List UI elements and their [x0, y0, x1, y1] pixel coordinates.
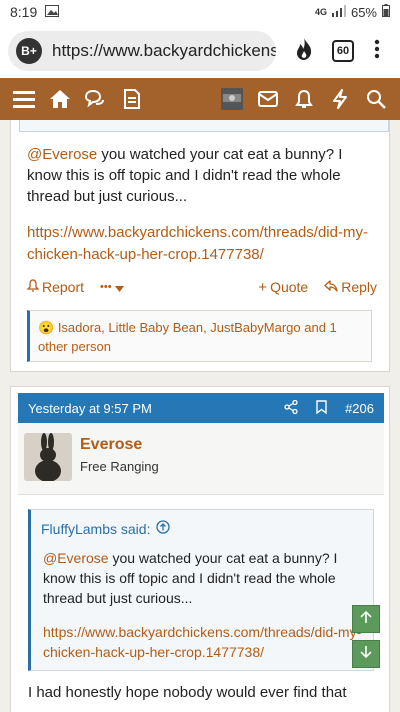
post-header: Yesterday at 9:57 PM #206: [18, 393, 384, 423]
quote-label: Quote: [270, 279, 309, 295]
search-icon[interactable]: [362, 85, 390, 113]
post-previous: @Everose you watched your cat eat a bunn…: [10, 120, 390, 372]
bell-icon[interactable]: [290, 85, 318, 113]
reply-button[interactable]: Reply: [324, 279, 377, 295]
flame-icon[interactable]: [294, 37, 314, 66]
arrow-down-icon: [359, 645, 373, 664]
post-author-block: Everose Free Ranging: [18, 423, 384, 495]
report-label: Report: [42, 279, 85, 295]
bookmark-icon[interactable]: [316, 399, 327, 417]
site-badge[interactable]: B+: [16, 38, 42, 64]
status-bar: 8:19 4G 65%: [0, 0, 400, 24]
reply-icon: [324, 279, 338, 295]
reactions-bar[interactable]: 😮 Isadora, Little Baby Bean, JustBabyMar…: [27, 310, 372, 362]
post-timestamp[interactable]: Yesterday at 9:57 PM: [28, 401, 152, 416]
menu-icon[interactable]: [10, 85, 38, 113]
url-text[interactable]: https://www.backyardchickens: [52, 41, 276, 61]
quote-block: FluffyLambs said: @Everose you watched y…: [28, 509, 374, 671]
quote-author-line: FluffyLambs said:: [41, 520, 151, 537]
arrow-up-circle-icon[interactable]: [156, 520, 171, 537]
quote-button[interactable]: + Quote: [258, 279, 308, 296]
bolt-icon[interactable]: [326, 85, 354, 113]
post-actions: Report ••• + Quote Reply: [26, 276, 377, 298]
thread-content: @Everose you watched your cat eat a bunn…: [0, 120, 400, 712]
document-icon[interactable]: [118, 85, 146, 113]
reply-label: Reply: [341, 279, 377, 295]
more-label: •••: [100, 281, 112, 293]
post-link[interactable]: https://www.backyardchickens.com/threads…: [27, 222, 377, 266]
battery-icon: [382, 4, 390, 20]
quote-body: @Everose you watched your cat eat a bunn…: [43, 548, 365, 608]
surprised-emoji: 😮: [38, 320, 55, 335]
user-mention[interactable]: @Everose: [27, 146, 97, 163]
author-name[interactable]: Everose: [80, 436, 142, 454]
battery-label: 65%: [350, 4, 377, 20]
more-options-button[interactable]: •••: [100, 279, 124, 295]
bell-icon: [26, 279, 40, 295]
kebab-icon[interactable]: [374, 39, 380, 64]
tab-count-button[interactable]: 60: [332, 40, 354, 62]
arrow-up-icon: [359, 610, 373, 629]
post-206: Yesterday at 9:57 PM #206 Everose Free R…: [10, 386, 390, 712]
post-number[interactable]: #206: [345, 401, 374, 416]
site-nav-bar: [0, 78, 400, 120]
plus-icon: +: [258, 278, 268, 296]
signal-icon: [331, 4, 346, 20]
post-body: @Everose you watched your cat eat a bunn…: [27, 144, 372, 207]
scroll-up-button[interactable]: [352, 605, 380, 633]
home-icon[interactable]: [46, 85, 74, 113]
user-avatar[interactable]: [218, 85, 246, 113]
caret-down-icon: [114, 279, 124, 295]
quote-link[interactable]: https://www.backyardchickens.com/threads…: [43, 622, 373, 662]
quote-header[interactable]: FluffyLambs said:: [41, 520, 171, 537]
browser-toolbar: B+ https://www.backyardchickens 60: [0, 24, 400, 78]
author-title: Free Ranging: [80, 459, 159, 474]
mail-icon[interactable]: [254, 85, 282, 113]
scroll-down-button[interactable]: [352, 640, 380, 668]
gallery-icon: [45, 4, 60, 20]
status-time: 8:19: [10, 4, 38, 20]
chat-icon[interactable]: [82, 85, 110, 113]
quote-mention[interactable]: @Everose: [43, 550, 109, 566]
network-label: 4G: [314, 7, 327, 17]
share-icon[interactable]: [284, 399, 298, 417]
report-button[interactable]: Report: [26, 279, 85, 295]
reactions-text[interactable]: Isadora, Little Baby Bean, JustBabyMargo…: [38, 320, 337, 354]
author-avatar[interactable]: [24, 433, 72, 481]
quote-tail: [19, 120, 389, 132]
address-bar[interactable]: B+ https://www.backyardchickens: [8, 31, 276, 71]
post-body-text: I had honestly hope nobody would ever fi…: [28, 684, 347, 701]
